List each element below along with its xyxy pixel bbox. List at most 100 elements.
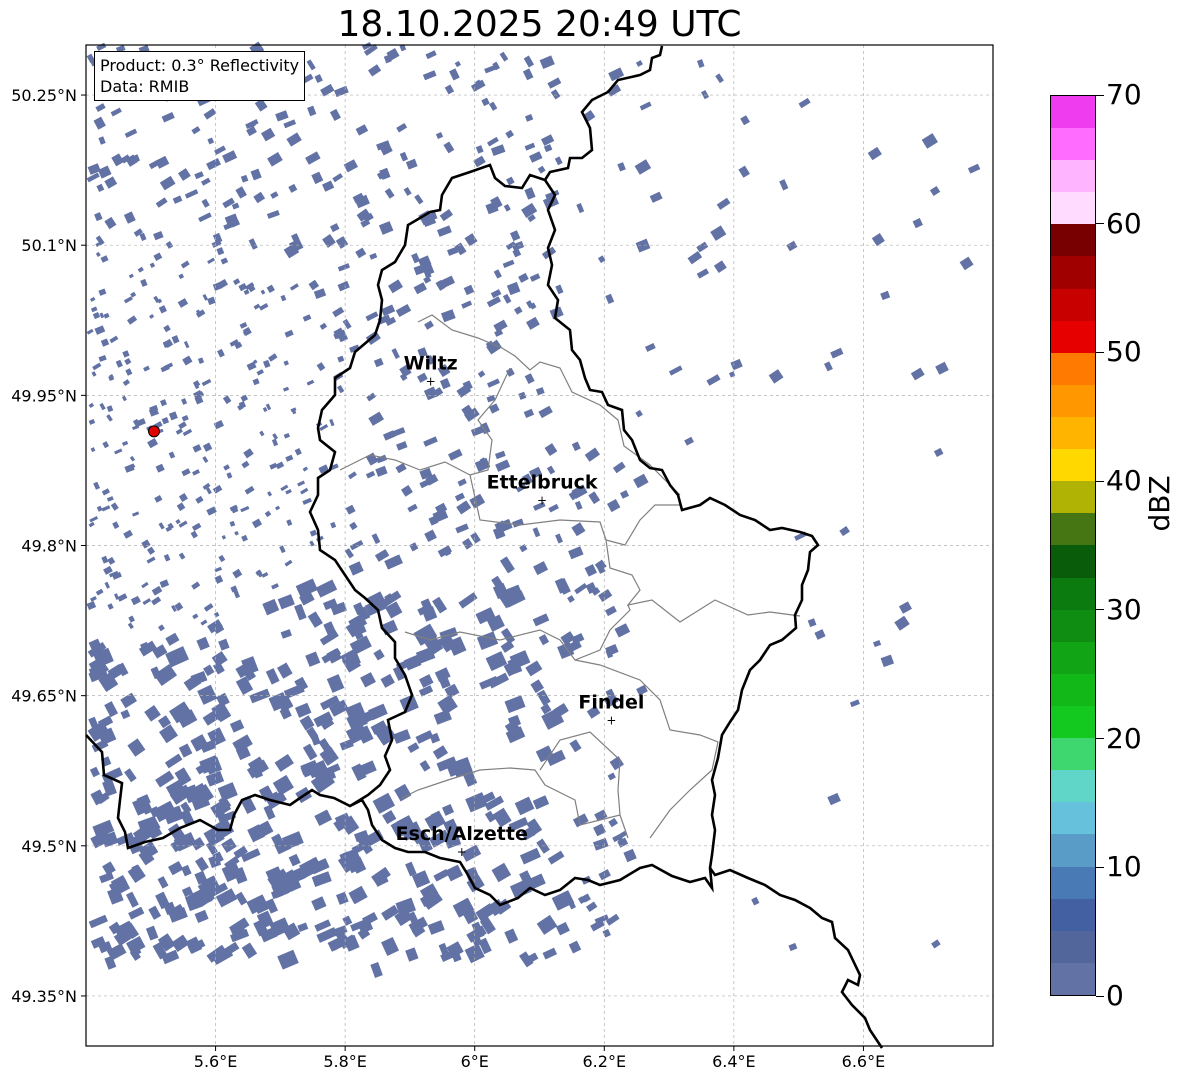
- echo-pixel: [788, 942, 798, 952]
- echo-pixel: [106, 414, 113, 422]
- echo-pixel: [297, 480, 306, 487]
- echo-pixel: [409, 542, 419, 552]
- echo-pixel: [880, 290, 891, 301]
- echo-pixel: [308, 279, 320, 291]
- echo-pixel: [307, 611, 323, 628]
- echo-pixel: [373, 649, 385, 661]
- echo-pixel: [343, 159, 358, 173]
- echo-pixel: [264, 510, 272, 518]
- echo-pixel: [730, 358, 743, 371]
- echo-pixel: [370, 962, 383, 978]
- echo-pixel: [336, 384, 345, 394]
- radar-map[interactable]: 50.25°N 50.1°N 49.95°N 49.8°N 49.65°N 49.5°N 4…: [0, 0, 1184, 1081]
- echo-pixel: [159, 724, 178, 744]
- echo-pixel: [261, 127, 276, 142]
- echo-pixel: [645, 342, 656, 352]
- echo-pixel: [93, 481, 101, 490]
- echo-pixel: [97, 165, 112, 179]
- echo-pixel: [100, 255, 109, 263]
- echo-pixel: [332, 173, 344, 183]
- echo-pixel: [102, 441, 110, 449]
- echo-pixel: [424, 320, 434, 330]
- echo-pixel: [147, 438, 159, 449]
- colorbar-segment: [1051, 513, 1095, 546]
- echo-pixel: [235, 186, 247, 199]
- lon-label-4: 6.4°E: [712, 1052, 756, 1071]
- echo-pixel: [314, 74, 323, 84]
- echo-pixel: [302, 314, 312, 322]
- echo-pixel: [455, 523, 469, 534]
- echo-pixel: [332, 306, 345, 318]
- echo-pixel: [165, 632, 180, 646]
- lon-label-5: 6.6°E: [842, 1052, 886, 1071]
- echo-pixel: [164, 753, 183, 769]
- echo-pixel: [154, 494, 163, 503]
- echo-pixel: [88, 419, 96, 425]
- echo-pixel: [250, 168, 262, 181]
- echo-pixel: [222, 395, 232, 405]
- echo-pixel: [574, 500, 583, 511]
- echo-pixel: [148, 905, 162, 920]
- echo-pixel: [194, 171, 204, 180]
- echo-pixel: [159, 175, 176, 191]
- echo-pixel: [212, 484, 223, 494]
- echo-pixel: [555, 533, 563, 544]
- echo-pixel: [132, 511, 140, 517]
- echo-pixel: [241, 942, 258, 959]
- radar-site-marker: [148, 425, 161, 438]
- canton-borders: [339, 314, 801, 839]
- echo-pixel: [502, 293, 512, 304]
- echo-pixel: [86, 172, 100, 183]
- echo-pixel: [380, 673, 395, 688]
- colorbar: [1050, 95, 1096, 996]
- echo-pixel: [807, 618, 817, 628]
- echo-pixel: [95, 103, 106, 113]
- echo-pixel: [114, 448, 123, 455]
- colorbar-segment: [1051, 866, 1095, 899]
- echo-pixel: [203, 108, 217, 120]
- echo-pixel: [419, 760, 431, 772]
- echo-pixel: [475, 145, 484, 154]
- echo-pixel: [253, 303, 261, 310]
- echo-pixel: [499, 556, 515, 574]
- echo-pixel: [190, 530, 198, 539]
- echo-pixel: [382, 810, 397, 825]
- echo-pixel: [348, 471, 357, 480]
- echo-pixel: [153, 252, 163, 261]
- echo-pixel: [121, 395, 127, 402]
- echo-pixel: [532, 613, 550, 627]
- echo-pixel: [277, 949, 299, 970]
- echo-pixel: [407, 742, 420, 754]
- echo-pixel: [366, 392, 376, 402]
- echo-pixel: [779, 179, 789, 191]
- echo-pixel: [159, 399, 168, 407]
- echo-pixel: [107, 556, 116, 565]
- canton-border-southwest: [404, 604, 631, 661]
- lat-label-6: 49.35°N: [11, 987, 77, 1006]
- echo-pixel: [532, 527, 541, 538]
- echo-pixel: [524, 187, 536, 200]
- city-label-3: Esch/Alzette: [396, 823, 528, 845]
- colorbar-tick-label: 70: [1106, 78, 1142, 111]
- echo-pixel: [380, 936, 400, 956]
- echo-pixel: [95, 588, 104, 596]
- echo-pixel: [391, 427, 406, 438]
- echo-pixel: [96, 505, 103, 512]
- echo-pixel: [89, 296, 96, 302]
- echo-pixel: [555, 922, 570, 936]
- echo-pixel: [334, 85, 349, 98]
- echo-pixel: [285, 454, 294, 462]
- colorbar-segment: [1051, 738, 1095, 771]
- city-marker-3: +: [457, 845, 467, 859]
- echo-pixel: [355, 247, 367, 259]
- echo-pixel: [567, 595, 575, 603]
- echo-pixel: [202, 293, 209, 301]
- echo-pixel: [490, 289, 502, 299]
- echo-pixel: [96, 42, 107, 51]
- echo-pixel: [443, 141, 455, 154]
- echo-pixel: [716, 197, 731, 210]
- echo-pixel: [495, 459, 511, 472]
- echo-pixel: [153, 230, 164, 241]
- echo-pixel: [232, 734, 253, 753]
- echo-pixel: [697, 59, 705, 68]
